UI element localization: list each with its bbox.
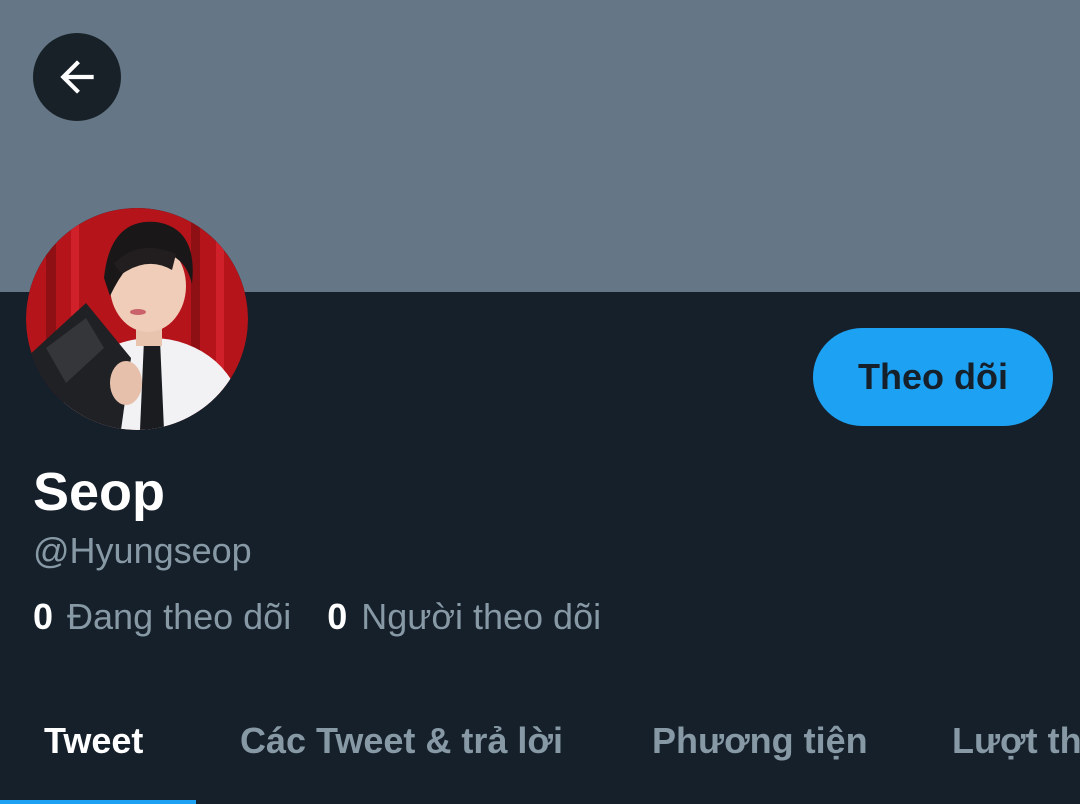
arrow-left-icon [52, 52, 102, 102]
profile-tabs: Tweet Các Tweet & trả lời Phương tiện Lư… [0, 700, 1080, 804]
follow-button[interactable]: Theo dõi [813, 328, 1053, 426]
back-button[interactable] [33, 33, 121, 121]
tab-likes[interactable]: Lượt thích [952, 718, 1080, 764]
profile-page: Theo dõi Seop @Hyungseop 0 Đang theo dõi… [0, 0, 1080, 804]
tab-tweets[interactable]: Tweet [44, 718, 143, 764]
followers-label: Người theo dõi [361, 596, 602, 637]
tab-tweets-and-replies[interactable]: Các Tweet & trả lời [240, 718, 563, 764]
following-count: 0 [33, 596, 54, 637]
followers-stat[interactable]: 0 Người theo dõi [327, 594, 601, 640]
avatar[interactable] [26, 208, 248, 430]
followers-count: 0 [327, 596, 348, 637]
user-handle: @Hyungseop [33, 530, 252, 571]
following-stat[interactable]: 0 Đang theo dõi [33, 594, 291, 640]
following-label: Đang theo dõi [67, 596, 292, 637]
tab-media[interactable]: Phương tiện [652, 718, 868, 764]
follow-stats: 0 Đang theo dõi 0 Người theo dõi [33, 594, 637, 640]
display-name: Seop [33, 462, 166, 522]
active-tab-indicator [0, 800, 196, 804]
